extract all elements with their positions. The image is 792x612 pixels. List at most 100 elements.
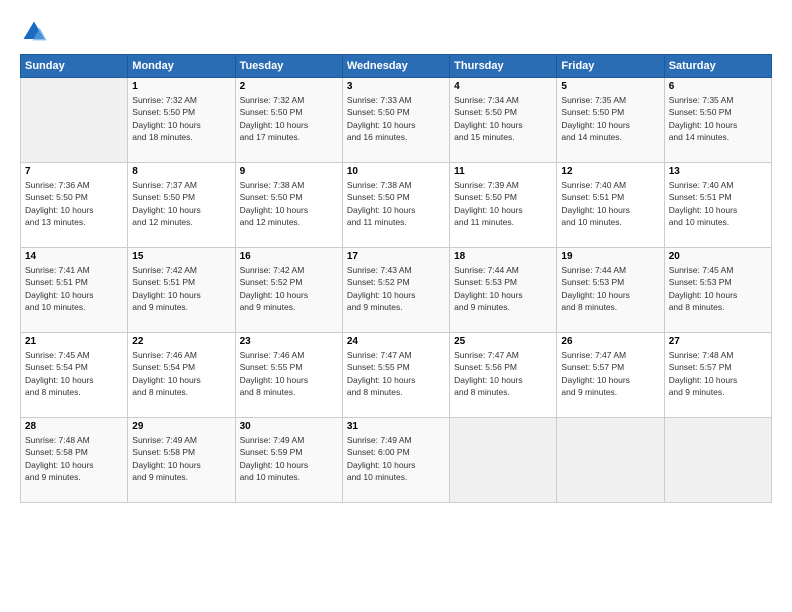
day-header-saturday: Saturday [664,55,771,78]
day-number: 19 [561,251,659,262]
day-header-monday: Monday [128,55,235,78]
day-number: 7 [25,166,123,177]
calendar-cell: 22 Sunrise: 7:46 AM Sunset: 5:54 PM Dayli… [128,333,235,418]
day-info: Sunrise: 7:44 AM Sunset: 5:53 PM Dayligh… [454,264,552,313]
calendar-cell: 26Sunrise: 7:47 AM Sunset: 5:57 PM Dayli… [557,333,664,418]
calendar-cell: 15Sunrise: 7:42 AM Sunset: 5:51 PM Dayli… [128,248,235,333]
day-number: 28 [25,421,123,432]
day-info: Sunrise: 7:40 AM Sunset: 5:51 PM Dayligh… [561,179,659,228]
calendar-cell: 18 Sunrise: 7:44 AM Sunset: 5:53 PM Dayli… [450,248,557,333]
day-number: 15 [132,251,230,262]
day-number: 4 [454,81,552,92]
day-info: Sunrise: 7:38 AM Sunset: 5:50 PM Dayligh… [240,179,338,228]
calendar-cell [450,418,557,503]
header-row: SundayMondayTuesdayWednesdayThursdayFrid… [21,55,772,78]
day-number: 29 [132,421,230,432]
day-info: Sunrise: 7:38 AM Sunset: 5:50 PM Dayligh… [347,179,445,228]
day-info: Sunrise: 7:48 AM Sunset: 5:57 PM Dayligh… [669,349,767,398]
day-header-tuesday: Tuesday [235,55,342,78]
day-info: Sunrise: 7:44 AM Sunset: 5:53 PM Dayligh… [561,264,659,313]
calendar-cell: 31 Sunrise: 7:49 AM Sunset: 6:00 PM Dayli… [342,418,449,503]
calendar-cell: 1 Sunrise: 7:32 AM Sunset: 5:50 PM Daylig… [128,78,235,163]
calendar-cell: 30Sunrise: 7:49 AM Sunset: 5:59 PM Dayli… [235,418,342,503]
day-header-sunday: Sunday [21,55,128,78]
day-number: 9 [240,166,338,177]
week-row-4: 28 Sunrise: 7:48 AM Sunset: 5:58 PM Dayli… [21,418,772,503]
day-info: Sunrise: 7:46 AM Sunset: 5:55 PM Dayligh… [240,349,338,398]
day-info: Sunrise: 7:35 AM Sunset: 5:50 PM Dayligh… [561,94,659,143]
calendar-cell: 28 Sunrise: 7:48 AM Sunset: 5:58 PM Dayli… [21,418,128,503]
calendar-cell: 25 Sunrise: 7:47 AM Sunset: 5:56 PM Dayli… [450,333,557,418]
day-number: 20 [669,251,767,262]
day-number: 31 [347,421,445,432]
day-number: 27 [669,336,767,347]
calendar-cell: 29Sunrise: 7:49 AM Sunset: 5:58 PM Dayli… [128,418,235,503]
day-number: 12 [561,166,659,177]
day-number: 17 [347,251,445,262]
calendar-cell: 6Sunrise: 7:35 AM Sunset: 5:50 PM Daylig… [664,78,771,163]
page: SundayMondayTuesdayWednesdayThursdayFrid… [0,0,792,612]
day-info: Sunrise: 7:32 AM Sunset: 5:50 PM Dayligh… [240,94,338,143]
day-number: 18 [454,251,552,262]
day-header-thursday: Thursday [450,55,557,78]
day-info: Sunrise: 7:47 AM Sunset: 5:56 PM Dayligh… [454,349,552,398]
day-info: Sunrise: 7:39 AM Sunset: 5:50 PM Dayligh… [454,179,552,228]
day-info: Sunrise: 7:40 AM Sunset: 5:51 PM Dayligh… [669,179,767,228]
day-info: Sunrise: 7:35 AM Sunset: 5:50 PM Dayligh… [669,94,767,143]
day-number: 11 [454,166,552,177]
calendar-cell: 12 Sunrise: 7:40 AM Sunset: 5:51 PM Dayli… [557,163,664,248]
week-row-1: 7 Sunrise: 7:36 AM Sunset: 5:50 PM Daylig… [21,163,772,248]
calendar-cell: 19 Sunrise: 7:44 AM Sunset: 5:53 PM Dayli… [557,248,664,333]
calendar-cell: 16 Sunrise: 7:42 AM Sunset: 5:52 PM Dayli… [235,248,342,333]
day-info: Sunrise: 7:45 AM Sunset: 5:53 PM Dayligh… [669,264,767,313]
day-info: Sunrise: 7:49 AM Sunset: 5:59 PM Dayligh… [240,434,338,483]
day-number: 22 [132,336,230,347]
day-number: 2 [240,81,338,92]
calendar-cell: 9 Sunrise: 7:38 AM Sunset: 5:50 PM Daylig… [235,163,342,248]
day-number: 25 [454,336,552,347]
calendar-cell: 20 Sunrise: 7:45 AM Sunset: 5:53 PM Dayli… [664,248,771,333]
calendar-cell: 17Sunrise: 7:43 AM Sunset: 5:52 PM Dayli… [342,248,449,333]
calendar-cell: 5 Sunrise: 7:35 AM Sunset: 5:50 PM Daylig… [557,78,664,163]
calendar-cell: 13 Sunrise: 7:40 AM Sunset: 5:51 PM Dayli… [664,163,771,248]
day-info: Sunrise: 7:33 AM Sunset: 5:50 PM Dayligh… [347,94,445,143]
calendar-cell: 8 Sunrise: 7:37 AM Sunset: 5:50 PM Daylig… [128,163,235,248]
calendar-cell: 4 Sunrise: 7:34 AM Sunset: 5:50 PM Daylig… [450,78,557,163]
day-info: Sunrise: 7:49 AM Sunset: 6:00 PM Dayligh… [347,434,445,483]
day-number: 16 [240,251,338,262]
calendar-cell: 21Sunrise: 7:45 AM Sunset: 5:54 PM Dayli… [21,333,128,418]
day-number: 26 [561,336,659,347]
week-row-3: 21Sunrise: 7:45 AM Sunset: 5:54 PM Dayli… [21,333,772,418]
calendar-cell: 27 Sunrise: 7:48 AM Sunset: 5:57 PM Dayli… [664,333,771,418]
day-info: Sunrise: 7:42 AM Sunset: 5:52 PM Dayligh… [240,264,338,313]
logo-icon [20,18,48,46]
calendar-cell [557,418,664,503]
day-number: 14 [25,251,123,262]
logo [20,18,52,46]
calendar-cell [21,78,128,163]
calendar-table: SundayMondayTuesdayWednesdayThursdayFrid… [20,54,772,503]
day-number: 1 [132,81,230,92]
day-number: 8 [132,166,230,177]
day-number: 24 [347,336,445,347]
day-number: 10 [347,166,445,177]
day-number: 5 [561,81,659,92]
day-info: Sunrise: 7:47 AM Sunset: 5:55 PM Dayligh… [347,349,445,398]
day-info: Sunrise: 7:34 AM Sunset: 5:50 PM Dayligh… [454,94,552,143]
calendar-header: SundayMondayTuesdayWednesdayThursdayFrid… [21,55,772,78]
calendar-cell: 11 Sunrise: 7:39 AM Sunset: 5:50 PM Dayli… [450,163,557,248]
calendar-cell: 14Sunrise: 7:41 AM Sunset: 5:51 PM Dayli… [21,248,128,333]
day-number: 13 [669,166,767,177]
calendar-cell: 10 Sunrise: 7:38 AM Sunset: 5:50 PM Dayli… [342,163,449,248]
week-row-2: 14Sunrise: 7:41 AM Sunset: 5:51 PM Dayli… [21,248,772,333]
day-info: Sunrise: 7:48 AM Sunset: 5:58 PM Dayligh… [25,434,123,483]
calendar-body: 1 Sunrise: 7:32 AM Sunset: 5:50 PM Daylig… [21,78,772,503]
header [20,18,772,46]
day-info: Sunrise: 7:46 AM Sunset: 5:54 PM Dayligh… [132,349,230,398]
day-number: 3 [347,81,445,92]
day-info: Sunrise: 7:37 AM Sunset: 5:50 PM Dayligh… [132,179,230,228]
day-info: Sunrise: 7:36 AM Sunset: 5:50 PM Dayligh… [25,179,123,228]
day-header-wednesday: Wednesday [342,55,449,78]
calendar-cell: 24 Sunrise: 7:47 AM Sunset: 5:55 PM Dayli… [342,333,449,418]
day-info: Sunrise: 7:32 AM Sunset: 5:50 PM Dayligh… [132,94,230,143]
